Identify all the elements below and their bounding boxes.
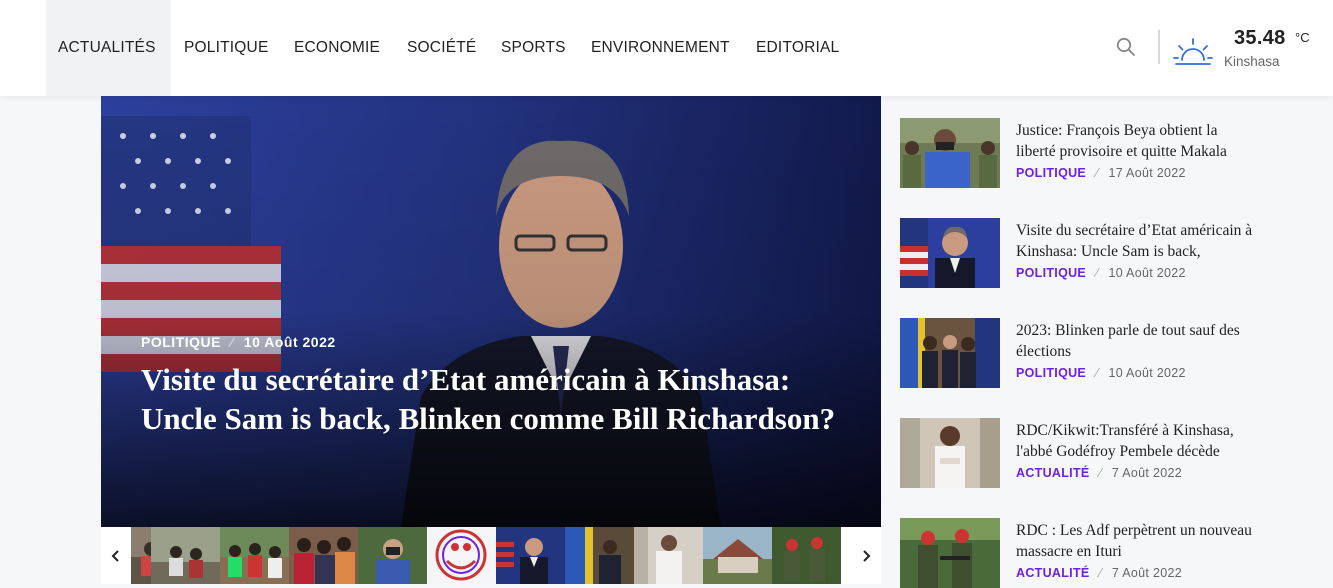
sidebar-meta-separator: ⁄ xyxy=(1099,566,1102,580)
sidebar-post-title[interactable]: 2023: Blinken parle de tout sauf des éle… xyxy=(1016,320,1256,362)
nav-item-actualites[interactable]: ACTUALITÉS xyxy=(46,0,171,96)
sidebar-post-date: 7 Août 2022 xyxy=(1111,566,1182,580)
slider-thumbnail[interactable] xyxy=(703,527,772,584)
temperature-value: 35.48 xyxy=(1234,27,1286,49)
slider-next-button[interactable] xyxy=(851,527,881,584)
nav-divider xyxy=(1158,30,1160,64)
sidebar-post-meta: POLITIQUE ⁄ 10 Août 2022 xyxy=(1016,366,1186,380)
nav-item-societe[interactable]: SOCIÉTÉ xyxy=(407,0,476,96)
slider-thumbnail[interactable] xyxy=(427,527,496,584)
hero-category[interactable]: POLITIQUE xyxy=(141,334,221,350)
sidebar-post-meta: POLITIQUE ⁄ 17 Août 2022 xyxy=(1016,166,1186,180)
hero-meta-separator: ⁄ xyxy=(230,334,234,350)
sidebar-post-category[interactable]: POLITIQUE xyxy=(1016,266,1086,280)
sidebar-post-date: 17 Août 2022 xyxy=(1108,166,1186,180)
sidebar-post-thumbnail[interactable] xyxy=(900,318,1000,388)
sidebar-post: Visite du secrétaire d’Etat américain à … xyxy=(900,218,1260,288)
hero-title[interactable]: Visite du secrétaire d’Etat américain à … xyxy=(141,361,841,438)
sidebar-meta-separator: ⁄ xyxy=(1096,366,1099,380)
search-icon[interactable] xyxy=(1116,37,1136,57)
slider-thumbnail[interactable] xyxy=(565,527,634,584)
slider-thumbnail[interactable] xyxy=(358,527,427,584)
nav-item-editorial[interactable]: EDITORIAL xyxy=(756,0,839,96)
sidebar-post: RDC : Les Adf perpètrent un nouveau mass… xyxy=(900,518,1260,588)
sidebar-post-title[interactable]: RDC/Kikwit:Transféré à Kinshasa, l'abbé … xyxy=(1016,420,1256,462)
slider-thumbnail[interactable] xyxy=(151,527,220,584)
slider-prev-button[interactable] xyxy=(101,527,131,584)
nav-item-politique[interactable]: POLITIQUE xyxy=(184,0,268,96)
nav-item-economie[interactable]: ECONOMIE xyxy=(294,0,380,96)
slider-thumbnail[interactable] xyxy=(289,527,358,584)
slider-thumbnail[interactable] xyxy=(772,527,841,584)
slider-thumbnail[interactable] xyxy=(220,527,289,584)
slider-thumbnail[interactable] xyxy=(634,527,703,584)
nav-item-environnement[interactable]: ENVIRONNEMENT xyxy=(591,0,730,96)
sidebar-post-title[interactable]: Justice: François Beya obtient la libert… xyxy=(1016,120,1256,162)
sidebar-post-title[interactable]: RDC : Les Adf perpètrent un nouveau mass… xyxy=(1016,520,1256,562)
sidebar-post-thumbnail[interactable] xyxy=(900,518,1000,588)
sidebar-post: RDC/Kikwit:Transféré à Kinshasa, l'abbé … xyxy=(900,418,1260,488)
sidebar-post-thumbnail[interactable] xyxy=(900,218,1000,288)
nav-item-sports[interactable]: SPORTS xyxy=(501,0,566,96)
sidebar-post-title[interactable]: Visite du secrétaire d’Etat américain à … xyxy=(1016,220,1256,262)
sunrise-icon xyxy=(1173,38,1213,65)
hero-meta: POLITIQUE ⁄ 10 Août 2022 xyxy=(141,334,336,350)
hero-slide[interactable]: POLITIQUE ⁄ 10 Août 2022 Visite du secréta… xyxy=(101,96,881,527)
main-navbar: ACTUALITÉS POLITIQUE ECONOMIE SOCIÉTÉ SP… xyxy=(0,0,1333,96)
chevron-right-icon xyxy=(863,549,871,562)
weather-city: Kinshasa xyxy=(1224,54,1280,69)
sidebar-post: Justice: François Beya obtient la libert… xyxy=(900,118,1260,188)
sidebar-post-thumbnail[interactable] xyxy=(900,418,1000,488)
hero-image xyxy=(101,96,881,527)
temperature-unit: °C xyxy=(1295,30,1310,45)
sidebar-post-thumbnail[interactable] xyxy=(900,118,1000,188)
sidebar-post-date: 7 Août 2022 xyxy=(1111,466,1182,480)
sidebar-post-category[interactable]: POLITIQUE xyxy=(1016,366,1086,380)
sidebar-post-category[interactable]: ACTUALITÉ xyxy=(1016,466,1090,480)
chevron-left-icon xyxy=(111,549,119,562)
sidebar-post-meta: ACTUALITÉ ⁄ 7 Août 2022 xyxy=(1016,566,1182,580)
sidebar-post-category[interactable]: POLITIQUE xyxy=(1016,166,1086,180)
slider-thumbnail[interactable] xyxy=(496,527,565,584)
sidebar-post-category[interactable]: ACTUALITÉ xyxy=(1016,566,1090,580)
sidebar-post: 2023: Blinken parle de tout sauf des éle… xyxy=(900,318,1260,388)
slider-thumbnail-strip xyxy=(101,527,881,584)
sidebar-meta-separator: ⁄ xyxy=(1096,266,1099,280)
sidebar-meta-separator: ⁄ xyxy=(1099,466,1102,480)
sidebar-post-meta: ACTUALITÉ ⁄ 7 Août 2022 xyxy=(1016,466,1182,480)
sidebar-meta-separator: ⁄ xyxy=(1096,166,1099,180)
sidebar-post-meta: POLITIQUE ⁄ 10 Août 2022 xyxy=(1016,266,1186,280)
sidebar-post-date: 10 Août 2022 xyxy=(1108,366,1186,380)
hero-date: 10 Août 2022 xyxy=(243,334,336,350)
sidebar-post-date: 10 Août 2022 xyxy=(1108,266,1186,280)
